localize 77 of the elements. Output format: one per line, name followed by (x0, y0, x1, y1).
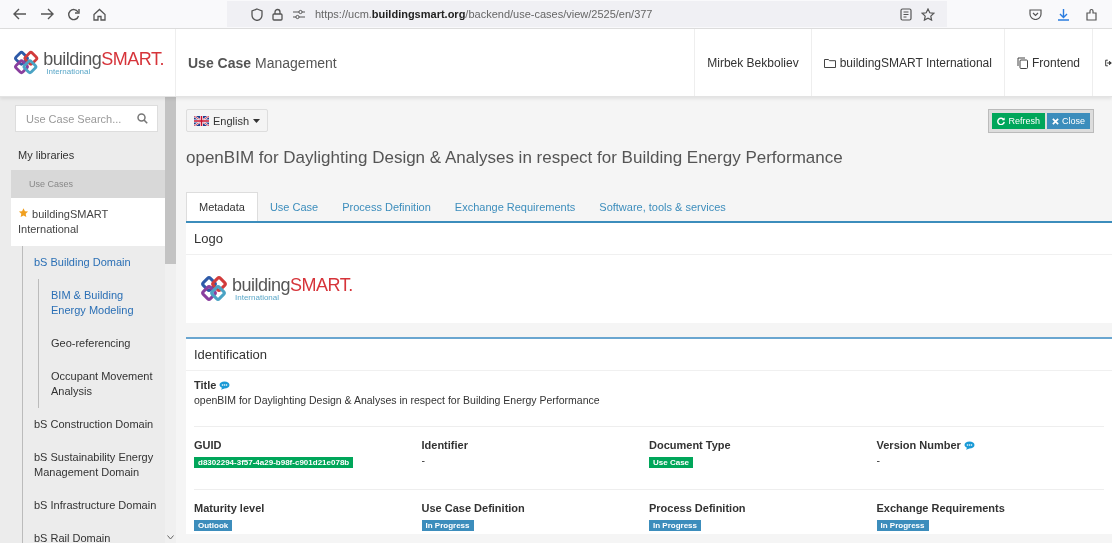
tree-item[interactable]: bS Building Domain (23, 246, 165, 279)
permissions-icon[interactable] (292, 8, 306, 20)
reload-icon[interactable] (67, 7, 80, 21)
home-icon[interactable] (93, 7, 106, 21)
back-icon[interactable] (13, 8, 27, 20)
section-header: Use Cases (11, 170, 165, 198)
field-label: Title (194, 379, 217, 391)
url-text[interactable]: https://ucm.buildingsmart.org/backend/use-cases/view/2525/en/377 (315, 8, 653, 20)
tab[interactable]: Use Case (257, 192, 331, 221)
field-value: - (421, 454, 426, 466)
field-label: Exchange Requirements (876, 502, 1005, 514)
address-bar[interactable]: https://ucm.buildingsmart.org/backend/use-cases/view/2525/en/377 (227, 1, 947, 27)
flag-icon (194, 115, 209, 126)
comment-icon[interactable] (219, 380, 231, 390)
brand-subtitle: International (235, 294, 280, 302)
refresh-icon (997, 117, 1006, 125)
nav-link[interactable]: Frontend (1003, 29, 1092, 96)
pocket-icon[interactable] (1029, 8, 1042, 20)
field-label: Use Case Definition (421, 502, 525, 514)
brand-accent: SMART. (290, 276, 353, 294)
search-field[interactable]: Use Case Search... (15, 105, 158, 132)
tree-item[interactable]: bS Construction Domain (23, 408, 165, 441)
field-label: Maturity level (194, 502, 265, 514)
field-label: Document Type (649, 439, 731, 451)
lock-icon[interactable] (272, 7, 283, 21)
close-icon (1052, 117, 1059, 125)
caret-icon (253, 118, 261, 123)
tab[interactable]: Software, tools & services (587, 192, 738, 221)
tree-item[interactable]: bS Sustainability Energy Management Domain (23, 441, 165, 489)
folder-icon (823, 57, 836, 68)
shield-icon[interactable] (251, 7, 263, 21)
nav-link[interactable]: Mirbek Bekboliev (694, 29, 811, 96)
field-label: Version Number (876, 439, 961, 451)
page-title: openBIM for Daylighting Design & Analyses in respect for Building Energy Performance (186, 148, 844, 168)
tree-item[interactable]: bS Rail Domain (23, 522, 165, 543)
brand-name: building (232, 276, 291, 294)
status-badge: Outlook (194, 520, 233, 531)
forward-icon[interactable] (40, 8, 54, 20)
tree-item[interactable]: buildingSMART International (11, 198, 165, 246)
language-dropdown[interactable]: English (186, 109, 269, 132)
brand-subtitle: International (46, 67, 91, 76)
status-badge: In Progress (649, 520, 701, 531)
field-label: Identifier (421, 439, 468, 451)
tree-item[interactable]: BIM & Building Energy Modeling (39, 279, 165, 327)
scrollbar-thumb[interactable] (165, 97, 176, 264)
tab[interactable]: Process Definition (330, 192, 443, 221)
field-label: GUID (194, 439, 222, 451)
scroll-down-icon[interactable] (167, 535, 174, 540)
nav-link[interactable]: buildingSMART International (810, 29, 1004, 96)
brand-name: building (43, 49, 102, 68)
field-label: Process Definition (649, 502, 746, 514)
tab[interactable]: Metadata (186, 192, 258, 221)
comment-icon[interactable] (963, 440, 975, 450)
status-badge: In Progress (876, 520, 929, 531)
scrollbar[interactable] (165, 97, 176, 543)
status-badge: d8302294-3f57-4a29-b98f-c901d21e078b (194, 457, 354, 468)
status-badge: In Progress (421, 520, 474, 531)
field-value: openBIM for Daylighting Design & Analyses in respect for Building Energy Performance (194, 394, 601, 406)
app-title: Use Case Management (187, 53, 338, 73)
panel-heading: Logo (186, 223, 1112, 255)
field-value: - (876, 454, 881, 466)
reader-view-icon[interactable] (900, 7, 912, 21)
sign-out-icon (1105, 57, 1112, 68)
download-icon[interactable] (1057, 7, 1070, 21)
panel-heading: Identification (186, 339, 1112, 371)
status-badge: Use Case (649, 457, 694, 468)
sidebar-item[interactable]: My libraries (0, 132, 165, 170)
star-icon[interactable] (921, 7, 935, 21)
tree-item[interactable]: bS Infrastructure Domain (23, 489, 165, 522)
copy-icon (1016, 56, 1028, 69)
search-icon[interactable] (137, 113, 148, 124)
close-button[interactable]: Close (1047, 113, 1090, 129)
brand-accent: SMART. (101, 49, 164, 68)
tree-item[interactable]: Occupant Movement Analysis (39, 360, 165, 408)
extensions-icon[interactable] (1085, 7, 1098, 21)
interlocked-squares-icon (200, 276, 230, 302)
tree-item[interactable]: Geo-referencing (39, 327, 165, 360)
